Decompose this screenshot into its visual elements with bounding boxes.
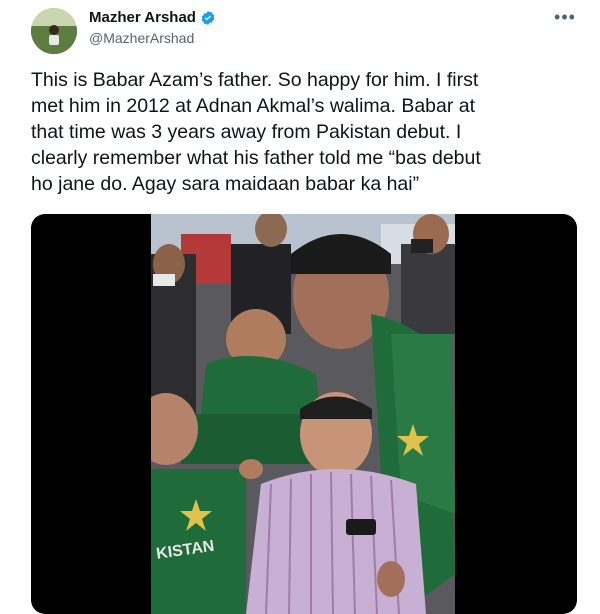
avatar[interactable] <box>31 8 77 54</box>
tweet-text-line: clearly remember what his father told me… <box>31 147 481 169</box>
more-horizontal-icon[interactable]: ••• <box>552 6 578 28</box>
avatar-image <box>31 8 77 54</box>
tweet-text-line: that time was 3 years away from Pakistan… <box>31 121 462 143</box>
tweet-card: Mazher Arshad @MazherArshad ••• This is … <box>0 0 600 614</box>
author-display-name[interactable]: Mazher Arshad <box>89 9 196 26</box>
tweet-text-line: ho jane do. Agay sara maidaan babar ka h… <box>31 173 420 195</box>
tweet-text-line: This is Babar Azam’s father. So happy fo… <box>31 69 479 91</box>
tweet-text: This is Babar Azam’s father. So happy fo… <box>31 67 571 197</box>
author-handle[interactable]: @MazherArshad <box>89 30 194 46</box>
video-frame: KISTAN <box>151 214 455 614</box>
verified-badge-icon <box>200 10 216 26</box>
author-name-row: Mazher Arshad <box>89 9 216 26</box>
video-media[interactable]: KISTAN <box>31 214 577 614</box>
tweet-text-line: met him in 2012 at Adnan Akmal’s walima.… <box>31 95 476 117</box>
